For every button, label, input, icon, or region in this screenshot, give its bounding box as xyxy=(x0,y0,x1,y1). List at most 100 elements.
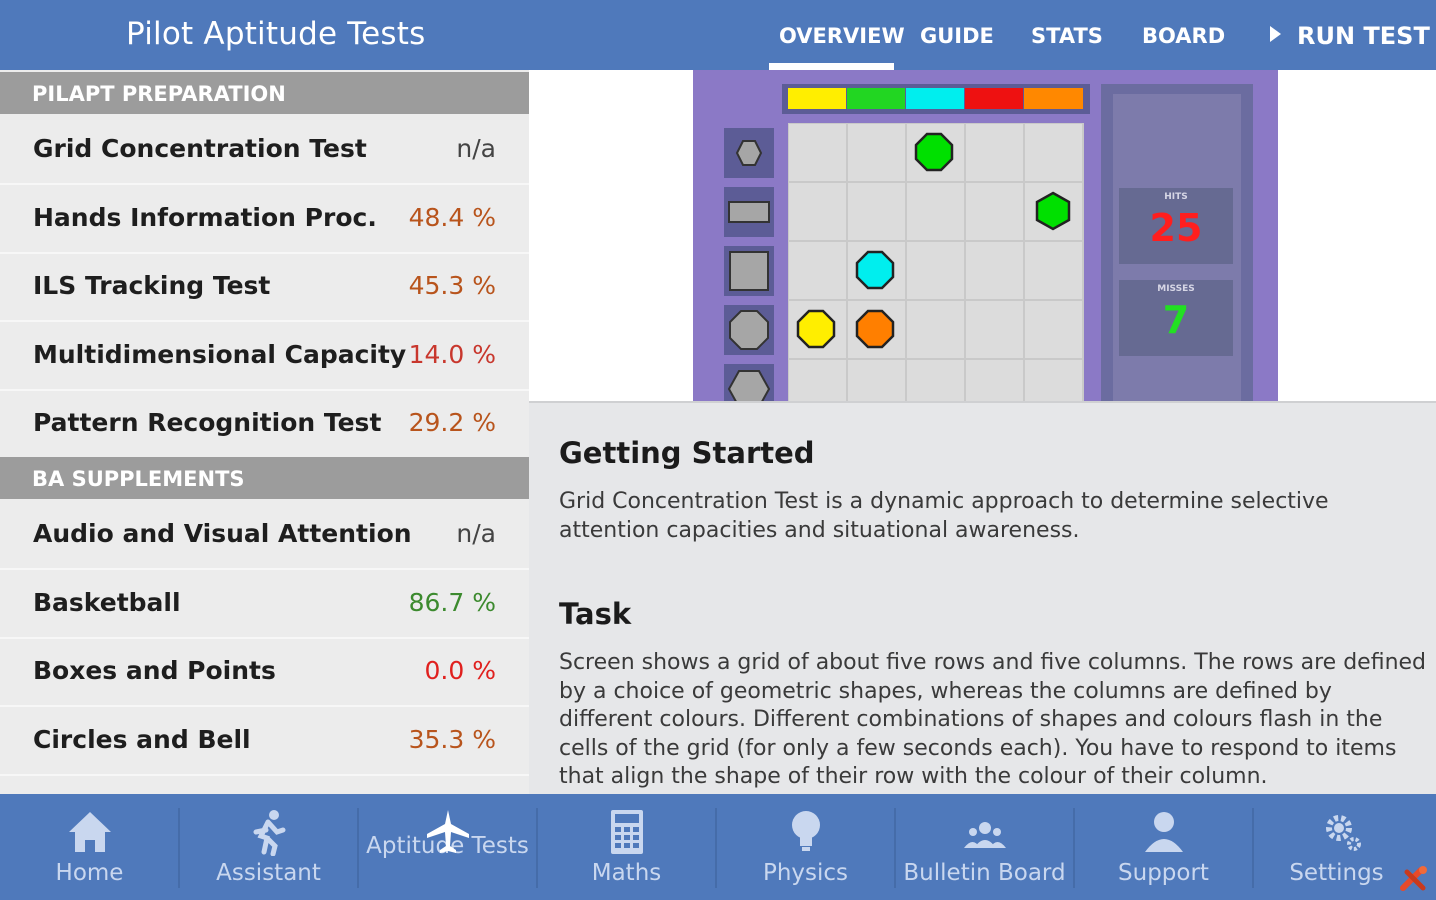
test-score: 14.0 % xyxy=(408,340,496,369)
row-shape-octagon xyxy=(724,305,774,355)
grid-cell xyxy=(966,242,1023,299)
nav-label: Bulletin Board xyxy=(903,860,1066,886)
nav-home[interactable]: Home xyxy=(0,794,179,900)
list-item[interactable]: Pattern Recognition Test 29.2 % xyxy=(0,389,529,459)
list-item[interactable]: Basketball 86.7 % xyxy=(0,569,529,639)
nav-physics[interactable]: Physics xyxy=(716,794,895,900)
tab-overview[interactable]: OVERVIEW xyxy=(779,24,905,48)
group-icon xyxy=(963,822,1006,848)
section-title: PILAPT PREPARATION xyxy=(32,82,286,106)
nav-support[interactable]: Support xyxy=(1074,794,1253,900)
hits-label: HITS xyxy=(1164,192,1188,202)
flashing-shape xyxy=(914,132,954,172)
color-swatch xyxy=(847,88,905,109)
test-score: 45.3 % xyxy=(408,271,496,300)
list-item[interactable]: Hands Information Proc. 48.4 % xyxy=(0,184,529,254)
color-swatch xyxy=(906,88,964,109)
list-item[interactable]: Circles and Bell 35.3 % xyxy=(0,706,529,776)
row-shape-rectangle xyxy=(724,187,774,237)
misses-label: MISSES xyxy=(1157,284,1195,294)
lightbulb-icon xyxy=(791,811,820,851)
section-header-ba: BA SUPPLEMENTS xyxy=(0,457,529,499)
run-test-label: RUN TEST xyxy=(1297,22,1430,50)
misses-box: MISSES 7 xyxy=(1119,280,1233,356)
row-shape-hexagon xyxy=(724,364,774,408)
play-icon xyxy=(1270,26,1281,42)
section-text: Screen shows a grid of about five rows a… xyxy=(559,650,1427,790)
hits-count: 25 xyxy=(1149,206,1203,250)
list-item[interactable]: Audio and Visual Attention n/a xyxy=(0,500,529,570)
grid-cell xyxy=(848,124,905,181)
nav-maths[interactable]: Maths xyxy=(537,794,716,900)
tab-stats[interactable]: STATS xyxy=(1031,24,1103,48)
grid-cell xyxy=(1025,301,1082,358)
test-name: Hands Information Proc. xyxy=(33,203,377,232)
grid-cell xyxy=(1025,242,1082,299)
color-swatch xyxy=(1024,88,1083,109)
test-name: Grid Concentration Test xyxy=(33,134,367,163)
active-tab-indicator xyxy=(769,63,894,70)
test-name: Basketball xyxy=(33,588,181,617)
test-score: 29.2 % xyxy=(408,408,496,437)
hits-box: HITS 25 xyxy=(1119,188,1233,264)
airplane-icon xyxy=(426,810,469,853)
tab-guide[interactable]: GUIDE xyxy=(920,24,994,48)
test-name: Audio and Visual Attention xyxy=(33,519,412,548)
home-icon xyxy=(68,812,111,852)
list-item[interactable]: ILS Tracking Test 45.3 % xyxy=(0,252,529,322)
flashing-shape xyxy=(855,250,895,290)
running-person-icon xyxy=(253,810,285,856)
nav-label: Maths xyxy=(591,860,662,886)
grid-cell xyxy=(789,242,846,299)
test-score: 86.7 % xyxy=(408,588,496,617)
grid-cell xyxy=(966,301,1023,358)
nav-label: Home xyxy=(55,860,124,886)
test-score: n/a xyxy=(456,134,496,163)
list-item[interactable]: Boxes and Points 0.0 % xyxy=(0,637,529,707)
grid-cell xyxy=(1025,124,1082,181)
tools-icon xyxy=(1400,866,1427,891)
grid-cell xyxy=(907,301,964,358)
tab-board[interactable]: BOARD xyxy=(1142,24,1225,48)
misses-count: 7 xyxy=(1162,298,1190,342)
attention-grid xyxy=(788,123,1084,417)
section-heading: Task xyxy=(559,597,632,631)
color-swatch xyxy=(788,88,846,109)
test-name: Pattern Recognition Test xyxy=(33,408,382,437)
section-text: Grid Concentration Test is a dynamic app… xyxy=(559,489,1329,543)
nav-label: Support xyxy=(1118,860,1209,886)
gear-icon xyxy=(1325,815,1361,851)
run-test-button[interactable]: RUN TEST xyxy=(1270,22,1430,50)
test-score: 35.3 % xyxy=(408,725,496,754)
test-score: 48.4 % xyxy=(408,203,496,232)
grid-cell xyxy=(907,242,964,299)
section-header-pilapt: PILAPT PREPARATION xyxy=(0,72,529,114)
flashing-shape xyxy=(796,309,836,349)
nav-aptitude-tests[interactable]: Aptitude Tests xyxy=(358,794,537,900)
test-list: PILAPT PREPARATION Grid Concentration Te… xyxy=(0,70,529,794)
color-swatch xyxy=(965,88,1023,109)
grid-cell xyxy=(848,183,905,240)
list-item[interactable]: Multidimensional Capacity 14.0 % xyxy=(0,321,529,391)
nav-assistant[interactable]: Assistant xyxy=(179,794,358,900)
section-heading: Getting Started xyxy=(559,436,815,470)
flashing-shape xyxy=(855,309,895,349)
grid-cell xyxy=(966,124,1023,181)
test-name: Circles and Bell xyxy=(33,725,251,754)
test-name: ILS Tracking Test xyxy=(33,271,271,300)
list-item[interactable]: Grid Concentration Test n/a xyxy=(0,115,529,185)
row-shape-square xyxy=(724,246,774,296)
app-title: Pilot Aptitude Tests xyxy=(126,16,426,52)
nav-label: Assistant xyxy=(216,860,321,886)
section-title: BA SUPPLEMENTS xyxy=(32,467,245,491)
test-score: n/a xyxy=(456,519,496,548)
row-shape-hexagon xyxy=(724,128,774,178)
nav-bulletin-board[interactable]: Bulletin Board xyxy=(895,794,1074,900)
grid-cell xyxy=(907,183,964,240)
grid-cell xyxy=(966,183,1023,240)
person-icon xyxy=(1144,812,1183,852)
flashing-shape xyxy=(1035,191,1071,231)
grid-cell xyxy=(789,124,846,181)
grid-cell xyxy=(789,183,846,240)
test-name: Boxes and Points xyxy=(33,656,276,685)
